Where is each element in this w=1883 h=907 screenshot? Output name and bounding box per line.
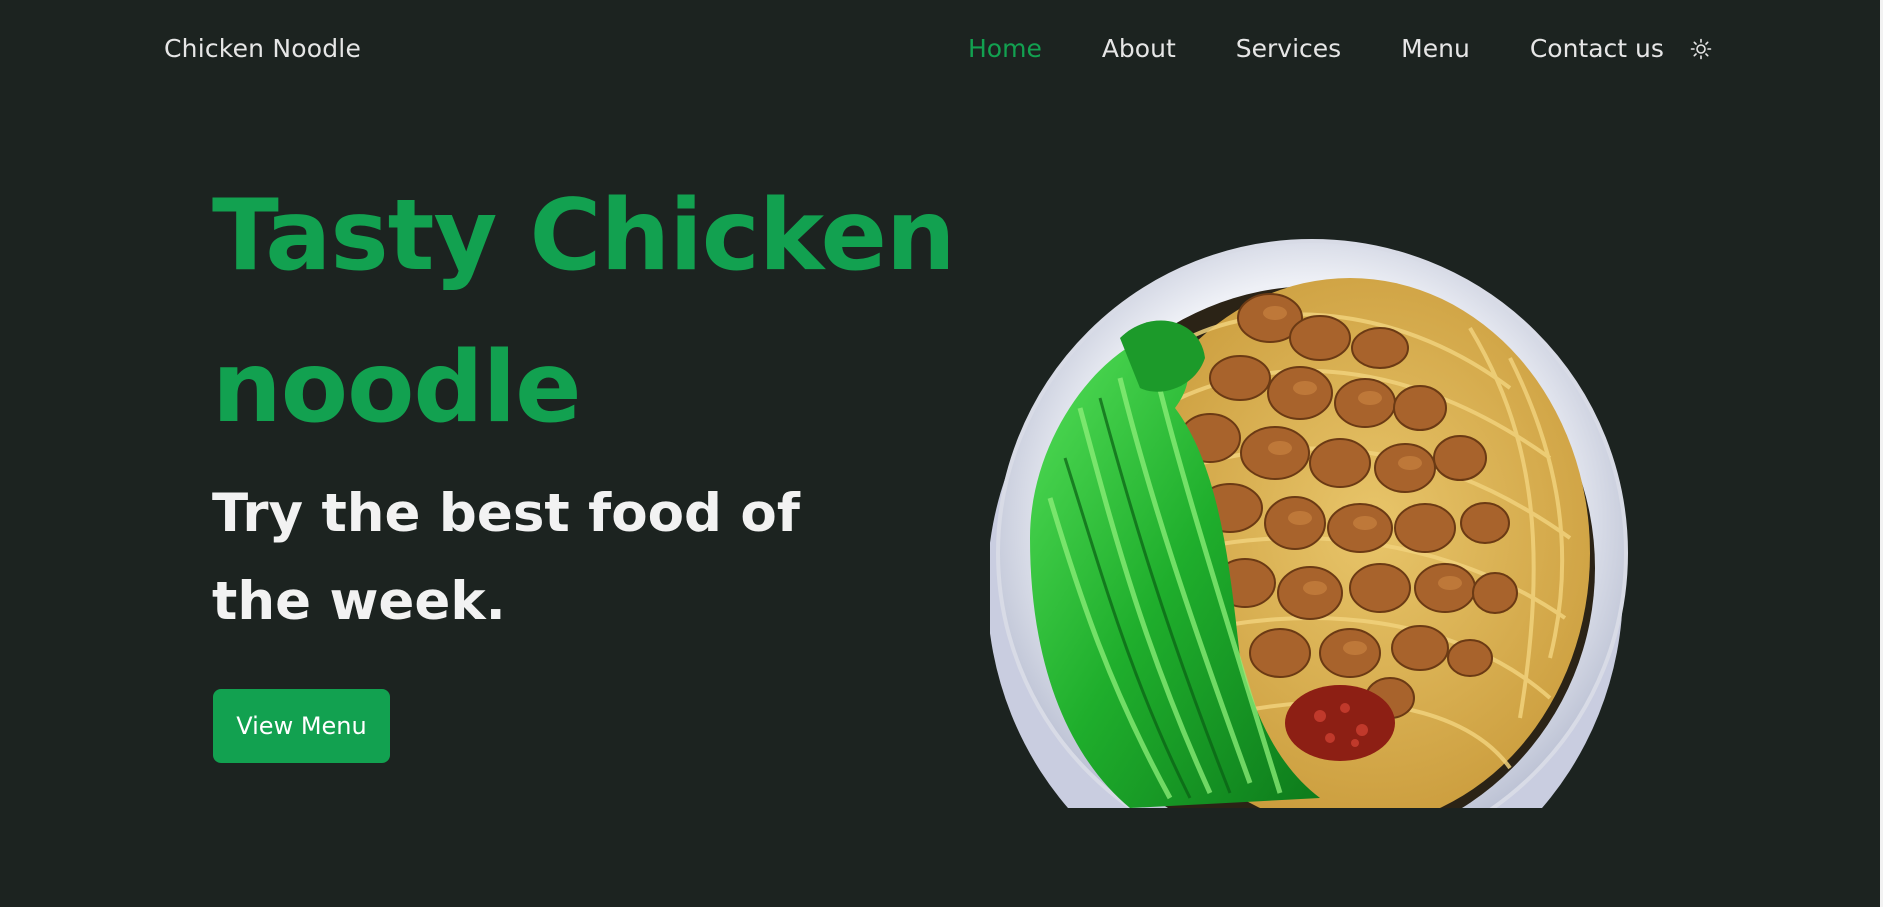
hero-subtitle: Try the best food of the week. (212, 483, 800, 632)
nav-menu[interactable]: Menu (1401, 34, 1470, 63)
nav-services[interactable]: Services (1236, 34, 1341, 63)
hero-title: Tasty Chicken noodle (212, 179, 956, 445)
nav-contact[interactable]: Contact us (1530, 34, 1664, 63)
main-nav: Home About Services Menu Contact us (968, 34, 1714, 63)
sun-icon[interactable] (1688, 36, 1714, 62)
chicken-noodle-bowl-image (990, 239, 1628, 808)
page: Chicken Noodle Home About Services Menu … (0, 0, 1883, 907)
nav-about[interactable]: About (1102, 34, 1176, 63)
nav-home[interactable]: Home (968, 34, 1042, 63)
view-menu-button[interactable]: View Menu (213, 689, 390, 763)
brand-logo[interactable]: Chicken Noodle (164, 34, 361, 63)
